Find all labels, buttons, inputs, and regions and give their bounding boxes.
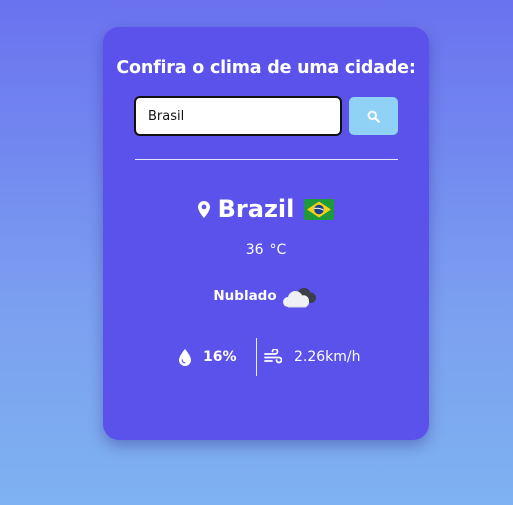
search-button[interactable] (349, 97, 398, 135)
city-name: Brazil (217, 195, 295, 223)
details-divider (256, 338, 257, 376)
humidity-value: 16% (203, 349, 237, 365)
temperature-value: 36 (245, 242, 264, 258)
details-row: 16% 2.26km/h (103, 338, 429, 376)
weather-description: Nublado (213, 288, 277, 304)
humidity-info: 16% (179, 338, 237, 376)
droplet-icon (179, 348, 191, 366)
wind-info: 2.26km/h (264, 338, 361, 376)
location-row: Brazil (103, 193, 429, 225)
form-title: Confira o clima de uma cidade: (116, 58, 416, 78)
search-icon (367, 110, 380, 123)
map-marker-icon (197, 200, 210, 218)
condition-row: Nublado (103, 281, 429, 311)
search-form (134, 96, 398, 136)
city-input[interactable] (134, 96, 342, 136)
cloudy-icon (282, 287, 316, 308)
wind-value: 2.26km/h (294, 349, 361, 365)
temperature-row: 36 °C (103, 242, 429, 258)
temperature-unit: °C (269, 242, 287, 258)
weather-card: Confira o clima de uma cidade: Brazil 36… (103, 27, 429, 440)
wind-icon (264, 349, 282, 364)
divider (135, 159, 398, 160)
brazil-flag-icon (304, 198, 335, 220)
